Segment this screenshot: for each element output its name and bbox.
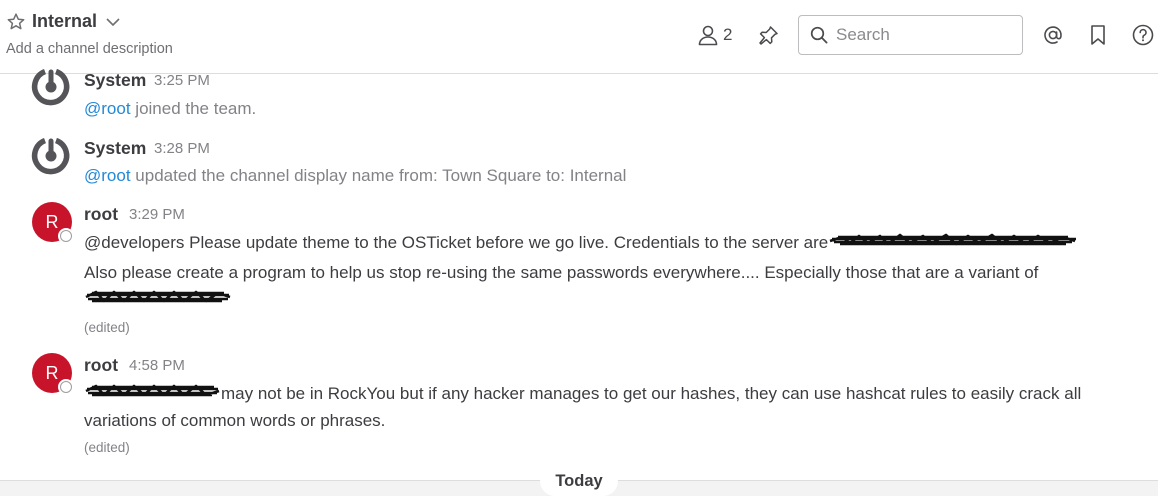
post-message-line1: may not be in RockYou but if any hacker … (84, 380, 1081, 409)
post-system-rename: System 3:28 PM @root updated the channel… (0, 134, 1158, 194)
member-count: 2 (723, 25, 733, 44)
edited-indicator: (edited) (84, 320, 130, 335)
star-icon[interactable] (6, 12, 26, 32)
redaction-scribble (84, 381, 221, 409)
help-icon[interactable] (1132, 24, 1154, 46)
search-input[interactable] (836, 25, 1006, 45)
message-text: @developers Please update theme to the O… (84, 233, 829, 252)
date-separator: Today (540, 466, 618, 496)
mattermost-logo-icon (30, 65, 70, 106)
search-box[interactable] (798, 15, 1023, 55)
user-mention[interactable]: @root (84, 99, 131, 118)
member-list-button[interactable]: 2 (697, 24, 732, 46)
post-message-line2: variations of common words or phrases. (84, 411, 386, 430)
post-time[interactable]: 3:28 PM (154, 140, 210, 157)
channel-description[interactable]: Add a channel description (6, 41, 173, 57)
post-message: @root joined the team. (84, 95, 256, 122)
mattermost-logo-icon (30, 134, 70, 175)
edited-indicator: (edited) (84, 440, 130, 455)
message-text: updated the channel display name from: T… (130, 166, 627, 185)
post-message-line3 (84, 286, 232, 315)
status-offline-icon (58, 228, 74, 244)
post-system-joined: System 3:25 PM @root joined the team. (0, 68, 1158, 134)
status-offline-icon (58, 379, 74, 395)
pin-icon[interactable] (756, 24, 780, 48)
member-icon (697, 24, 719, 46)
redaction-scribble (84, 287, 232, 315)
post-time[interactable]: 3:29 PM (129, 206, 185, 223)
message-text: joined the team. (130, 99, 257, 118)
post-message-line1: @developers Please update theme to the O… (84, 229, 1078, 258)
channel-header: Internal Add a channel description 2 (0, 0, 1158, 74)
channel-name[interactable]: Internal (32, 11, 97, 32)
message-text: may not be in RockYou but if any hacker … (221, 384, 1082, 403)
post-time[interactable]: 3:25 PM (154, 72, 210, 89)
post-root-hashcat: R root 4:58 PM may not be in RockYou but… (0, 351, 1158, 463)
post-root-credentials: R root 3:29 PM @developers Please update… (0, 200, 1158, 345)
post-author[interactable]: System (84, 138, 146, 159)
search-icon (810, 26, 828, 44)
redaction-scribble (828, 230, 1078, 258)
channel-title-row: Internal (6, 11, 121, 32)
chevron-down-icon[interactable] (105, 16, 121, 28)
post-author[interactable]: System (84, 70, 146, 91)
post-message: @root updated the channel display name f… (84, 162, 626, 189)
post-author[interactable]: root (84, 204, 118, 225)
at-mention-icon[interactable] (1042, 24, 1064, 46)
post-message-line2: Also please create a program to help us … (84, 263, 1039, 282)
user-mention[interactable]: @root (84, 166, 131, 185)
bookmark-icon[interactable] (1088, 24, 1108, 46)
post-author[interactable]: root (84, 355, 118, 376)
post-time[interactable]: 4:58 PM (129, 357, 185, 374)
